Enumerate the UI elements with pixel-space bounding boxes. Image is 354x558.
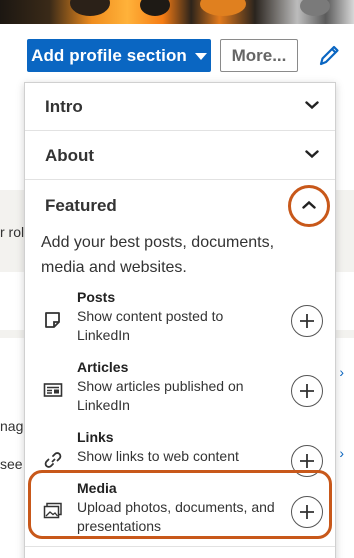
add-profile-section-button[interactable]: Add profile section	[27, 39, 211, 72]
profile-banner-image	[0, 0, 354, 24]
chevron-right-icon: ›	[339, 364, 344, 380]
section-label: About	[45, 146, 95, 165]
chevron-right-icon: ›	[339, 445, 344, 461]
section-row-intro[interactable]: Intro	[25, 83, 335, 131]
add-posts-button[interactable]	[291, 305, 323, 337]
featured-description: Add your best posts, documents, media an…	[41, 234, 275, 276]
section-row-about[interactable]: About	[25, 132, 335, 180]
link-icon	[44, 452, 62, 468]
chevron-up-icon	[302, 200, 316, 209]
item-subtitle: Show articles published on LinkedIn	[77, 378, 244, 413]
add-profile-section-dropdown: Intro About Featured Add your best posts…	[24, 82, 336, 558]
add-profile-section-label: Add profile section	[31, 45, 187, 65]
divider	[25, 546, 335, 547]
item-subtitle: Show links to web content	[77, 448, 239, 464]
item-title: Articles	[77, 359, 129, 375]
more-button[interactable]: More...	[220, 39, 298, 72]
pencil-icon	[319, 45, 339, 66]
plus-icon	[300, 384, 314, 398]
media-highlight-outline	[28, 470, 332, 539]
background-text: see	[0, 456, 23, 472]
background-text: r rol	[0, 224, 25, 240]
add-articles-button[interactable]	[291, 375, 323, 407]
plus-icon	[300, 314, 314, 328]
chevron-down-icon	[305, 150, 319, 159]
item-title: Links	[77, 429, 114, 445]
featured-item-articles[interactable]: Articles Show articles published on Link…	[25, 359, 335, 423]
article-icon	[43, 383, 63, 397]
featured-item-posts[interactable]: Posts Show content posted to LinkedIn	[25, 289, 335, 353]
item-subtitle: Show content posted to LinkedIn	[77, 308, 224, 343]
collapse-featured-button[interactable]	[288, 185, 330, 227]
section-label-featured: Featured	[45, 196, 117, 215]
item-title: Posts	[77, 289, 116, 305]
edit-profile-button[interactable]	[316, 41, 342, 69]
caret-down-icon	[194, 53, 207, 60]
chevron-down-icon	[305, 101, 319, 110]
post-icon	[45, 312, 60, 328]
section-label: Intro	[45, 97, 83, 116]
plus-icon	[300, 454, 314, 468]
